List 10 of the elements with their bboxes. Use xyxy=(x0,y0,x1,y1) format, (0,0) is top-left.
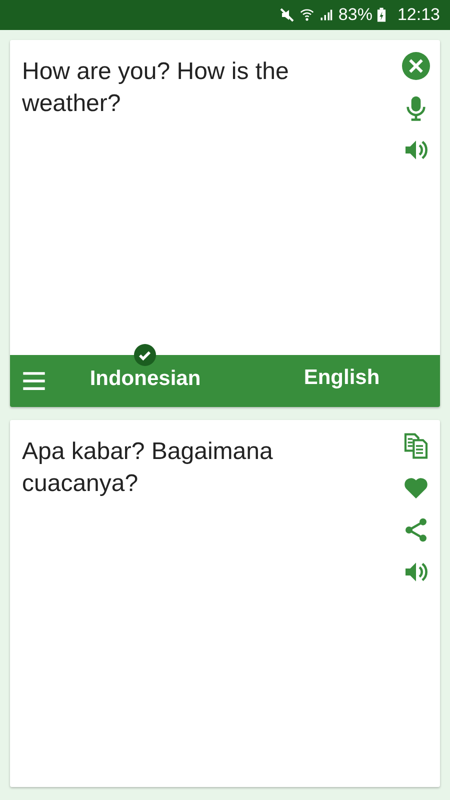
signal-icon xyxy=(319,7,334,23)
battery-level: 83% xyxy=(338,5,372,25)
mute-icon xyxy=(279,7,296,23)
clock: 12:13 xyxy=(397,5,440,25)
wifi-icon xyxy=(300,7,314,23)
clear-icon[interactable] xyxy=(402,52,430,80)
copy-icon[interactable] xyxy=(402,432,430,460)
translation-text: Apa kabar? Bagaimana cuacanya? xyxy=(22,437,274,499)
check-icon xyxy=(134,344,156,366)
battery-icon xyxy=(377,7,386,23)
